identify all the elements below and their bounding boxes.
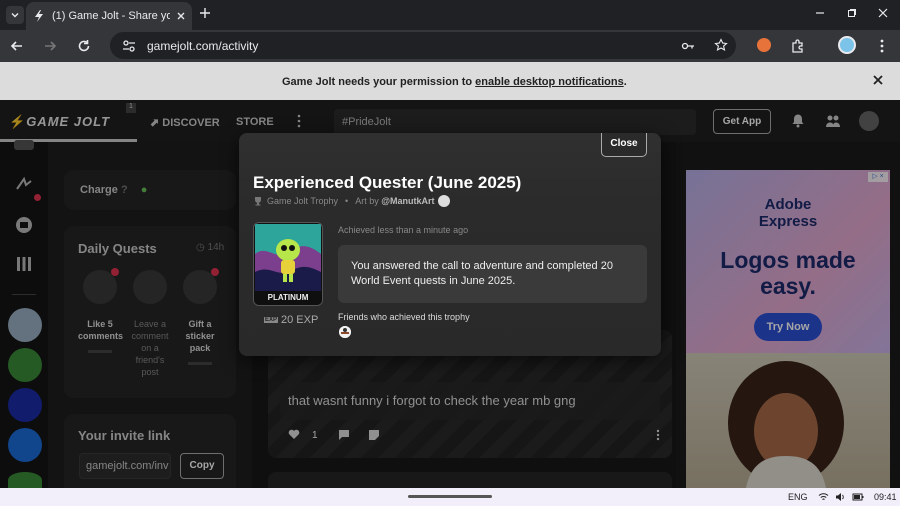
achieved-time: Achieved less than a minute ago [338, 225, 469, 235]
friend-avatar[interactable] [339, 326, 351, 338]
chevron-down-icon [11, 13, 19, 18]
input-language[interactable]: ENG [788, 492, 808, 502]
artist-link[interactable]: @ManutkArt [381, 196, 434, 206]
friends-achieved-label: Friends who achieved this trophy [338, 312, 470, 322]
extensions-puzzle-icon[interactable] [790, 38, 806, 54]
trophy-image [255, 224, 321, 291]
artist-avatar [437, 195, 450, 207]
trophy-meta: Game Jolt Trophy • Art by @ManutkArt [253, 195, 450, 207]
tab-title: (1) Game Jolt - Share your c [52, 10, 170, 22]
minimize-icon[interactable] [814, 7, 826, 19]
new-tab-icon[interactable] [198, 6, 212, 20]
battery-icon[interactable] [852, 492, 864, 502]
close-icon[interactable] [176, 11, 186, 21]
address-bar[interactable]: gamejolt.com/activity [110, 32, 736, 59]
close-button[interactable]: Close [601, 133, 647, 157]
wifi-icon[interactable] [818, 492, 829, 502]
gamejolt-favicon-icon [35, 10, 43, 22]
trophy-tier: PLATINUM [254, 291, 322, 305]
forward-arrow-icon[interactable] [42, 38, 58, 54]
notification-banner: Game Jolt needs your permission to enabl… [0, 62, 900, 100]
trophy-modal: Close Experienced Quester (June 2025) Ga… [239, 133, 661, 356]
exp-icon: EXP [264, 317, 279, 323]
profile-avatar[interactable] [838, 36, 856, 54]
home-handle[interactable] [408, 495, 492, 498]
more-vertical-icon[interactable] [875, 38, 889, 54]
browser-tab-bar: (1) Game Jolt - Share your c [0, 0, 900, 30]
extension-icon[interactable] [757, 38, 771, 52]
window-close-icon[interactable] [877, 7, 889, 19]
trophy-exp: EXP 20 EXP [264, 314, 319, 326]
os-taskbar: ENG 09:41 [0, 488, 900, 506]
clock[interactable]: 09:41 [874, 492, 897, 502]
site-settings-icon[interactable] [122, 39, 136, 53]
close-icon[interactable] [872, 74, 884, 86]
friend-avatar-image [339, 326, 351, 338]
enable-notifications-link[interactable]: enable desktop notifications [475, 76, 624, 88]
reload-icon[interactable] [76, 38, 92, 54]
password-key-icon[interactable] [681, 39, 695, 53]
volume-icon[interactable] [835, 492, 846, 502]
restore-icon[interactable] [846, 7, 858, 19]
browser-toolbar: gamejolt.com/activity [0, 30, 900, 62]
trophy-icon [255, 197, 261, 206]
browser-tab[interactable]: (1) Game Jolt - Share your c [26, 2, 192, 30]
tab-search-button[interactable] [6, 6, 24, 24]
notification-message: Game Jolt needs your permission to enabl… [282, 76, 627, 88]
bookmark-star-icon[interactable] [714, 38, 728, 52]
back-arrow-icon[interactable] [9, 38, 25, 54]
trophy-title: Experienced Quester (June 2025) [253, 173, 522, 192]
trophy-description: You answered the call to adventure and c… [338, 245, 647, 303]
url-text: gamejolt.com/activity [147, 39, 259, 53]
trophy-thumbnail: PLATINUM [253, 222, 323, 306]
